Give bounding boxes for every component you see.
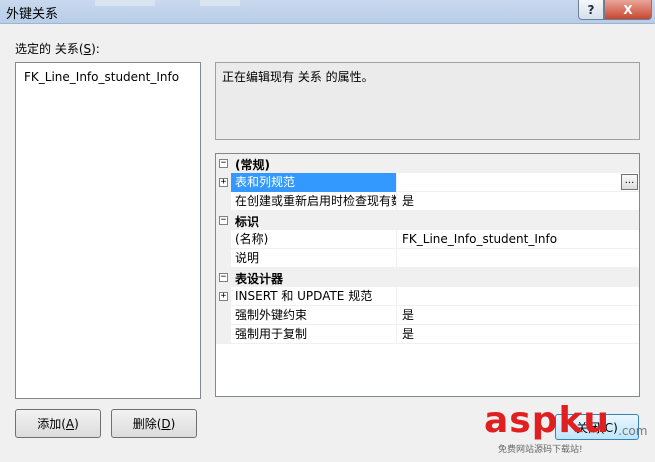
property-row-enforce-fk[interactable]: 强制外键约束 是 [216, 306, 639, 325]
expand-icon[interactable]: + [219, 178, 228, 187]
property-name[interactable]: 在创建或重新启用时检查现有数据 [231, 192, 397, 211]
delete-button[interactable]: 删除(D) [111, 409, 197, 438]
property-name[interactable]: (名称) [231, 230, 397, 249]
category-row-table-designer[interactable]: − 表设计器 [216, 268, 639, 287]
background-window-ghost [95, 0, 155, 6]
property-row-table-column-spec[interactable]: + 表和列规范 ... [216, 173, 639, 192]
category-row-general[interactable]: − (常规) [216, 154, 639, 173]
property-grid[interactable]: − (常规) + 表和列规范 ... 在创建或重新启用时检查现有数据 是 − 标… [215, 153, 640, 397]
property-name[interactable]: INSERT 和 UPDATE 规范 [231, 287, 397, 306]
property-name[interactable]: 表和列规范 [231, 173, 397, 192]
property-row-description[interactable]: 说明 [216, 249, 639, 268]
property-name[interactable]: 强制外键约束 [231, 306, 397, 325]
property-value[interactable]: 是 [398, 325, 639, 344]
property-row-check-existing[interactable]: 在创建或重新启用时检查现有数据 是 [216, 192, 639, 211]
ellipsis-button[interactable]: ... [621, 174, 638, 190]
category-row-identity[interactable]: − 标识 [216, 211, 639, 230]
description-panel: 正在编辑现有 关系 的属性。 [215, 62, 640, 140]
property-name[interactable]: 说明 [231, 249, 397, 268]
collapse-icon[interactable]: − [219, 216, 228, 225]
list-item[interactable]: FK_Line_Info_student_Info [24, 70, 179, 84]
property-value[interactable] [398, 249, 639, 268]
property-value[interactable]: FK_Line_Info_student_Info [398, 230, 639, 249]
background-window-ghost [200, 0, 240, 6]
watermark: aspku .com 免费网站源码下载站! [478, 398, 648, 458]
property-name[interactable]: 强制用于复制 [231, 325, 397, 344]
title-bar: 外键关系 ? X [0, 0, 655, 24]
watermark-tagline: 免费网站源码下载站! [498, 445, 583, 455]
expand-icon[interactable]: + [219, 292, 228, 301]
collapse-icon[interactable]: − [219, 159, 228, 168]
property-value[interactable] [398, 173, 639, 192]
window-title: 外键关系 [6, 7, 59, 22]
window-close-button[interactable]: X [604, 0, 652, 20]
description-text: 正在编辑现有 关系 的属性。 [222, 70, 374, 84]
collapse-icon[interactable]: − [219, 273, 228, 282]
watermark-brand: aspku [484, 400, 611, 441]
add-button[interactable]: 添加(A) [15, 409, 101, 438]
help-button[interactable]: ? [578, 0, 604, 20]
property-value[interactable] [398, 287, 639, 306]
foreign-key-relationships-dialog: 外键关系 ? X 选定的 关系(S): FK_Line_Info_student… [0, 0, 655, 462]
watermark-tld: .com [618, 424, 648, 438]
relationship-list[interactable]: FK_Line_Info_student_Info [15, 62, 201, 399]
property-value[interactable]: 是 [398, 306, 639, 325]
property-value[interactable]: 是 [398, 192, 639, 211]
selected-relationship-label: 选定的 关系(S): [15, 42, 100, 56]
property-row-insert-update-spec[interactable]: + INSERT 和 UPDATE 规范 [216, 287, 639, 306]
property-row-enforce-replication[interactable]: 强制用于复制 是 [216, 325, 639, 344]
property-row-name[interactable]: (名称) FK_Line_Info_student_Info [216, 230, 639, 249]
